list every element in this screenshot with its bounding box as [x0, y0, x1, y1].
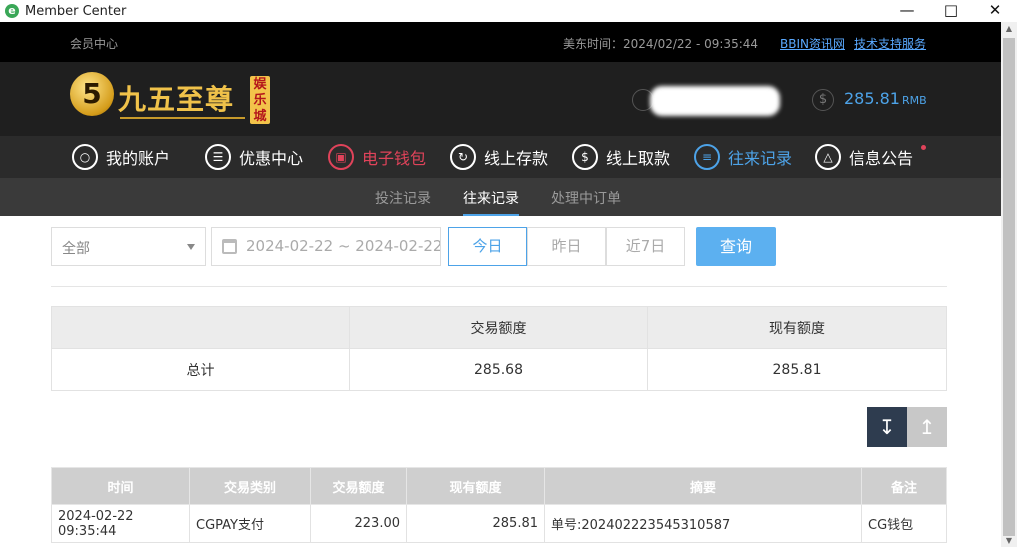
- balance-amount: 285.81: [844, 89, 900, 108]
- nav-my-account[interactable]: ○ 我的账户: [72, 142, 170, 172]
- summary-cell: 285.68: [349, 348, 648, 391]
- member-center-link[interactable]: 会员中心: [70, 35, 118, 52]
- window-title: Member Center: [25, 3, 127, 19]
- nav-announcements[interactable]: △ 信息公告: [815, 142, 913, 172]
- logo-badge: 娱乐城: [250, 76, 270, 124]
- ie-e-icon: e: [5, 4, 19, 18]
- scroll-down-icon[interactable]: ▼: [1004, 536, 1014, 545]
- cell-remark: CG钱包: [861, 504, 947, 543]
- tab-bet-records[interactable]: 投注记录: [375, 188, 431, 208]
- wallet-icon: ▣: [328, 144, 354, 170]
- balance-currency: RMB: [901, 94, 927, 107]
- tech-support-link[interactable]: 技术支持服务: [854, 35, 926, 52]
- maximize-icon[interactable]: □: [929, 0, 973, 22]
- logo-text[interactable]: 九五至尊: [118, 78, 234, 118]
- summary-header-cell: 现有额度: [647, 306, 947, 349]
- sort-ascending-icon[interactable]: ↥: [907, 407, 947, 447]
- column-header: 备注: [861, 467, 947, 505]
- summary-cell: 总计: [51, 348, 350, 391]
- brand-bar: 5 九五至尊 娱乐城 $ 285.81 RMB: [0, 62, 1001, 136]
- table-row: 2024-02-22 09:35:44 CGPAY支付 223.00 285.8…: [51, 504, 947, 543]
- vertical-scrollbar[interactable]: ▲ ▼: [1001, 22, 1017, 547]
- notification-dot: [921, 145, 926, 150]
- records-icon: ≡: [694, 144, 720, 170]
- bell-icon: △: [815, 144, 841, 170]
- quick-yesterday-button[interactable]: 昨日: [527, 227, 606, 266]
- nav-label: 电子钱包: [362, 149, 427, 168]
- summary-header-cell: 交易额度: [349, 306, 648, 349]
- nav-label: 线上存款: [484, 149, 549, 168]
- transaction-type-select[interactable]: 全部: [51, 227, 206, 266]
- cell-summary: 单号:202402223545310587: [544, 504, 862, 543]
- nav-online-deposit[interactable]: ↻ 线上存款: [450, 142, 548, 172]
- window-controls: — □ ✕: [885, 0, 1017, 22]
- column-header: 交易额度: [310, 467, 407, 505]
- nav-label: 我的账户: [106, 149, 171, 168]
- records-table: 时间 交易类别 交易额度 现有额度 摘要 备注 2024-02-22 09:35…: [51, 467, 947, 543]
- column-header: 摘要: [544, 467, 862, 505]
- logo-ornament: [120, 117, 245, 119]
- eastern-time-label: 美东时间：2024/02/22 - 09:35:44: [563, 37, 759, 51]
- bbin-news-link[interactable]: BBIN资讯网: [780, 35, 845, 52]
- scrollbar-thumb[interactable]: [1003, 38, 1015, 536]
- nav-label: 信息公告: [849, 149, 914, 168]
- nav-online-withdraw[interactable]: $ 线上取款: [572, 142, 670, 172]
- top-strip: 会员中心 美东时间：2024/02/22 - 09:35:44 BBIN资讯网 …: [0, 22, 1001, 62]
- chevron-down-icon: [187, 244, 195, 250]
- cell-time: 2024-02-22 09:35:44: [51, 504, 190, 543]
- nav-label: 往来记录: [728, 149, 793, 168]
- calendar-icon: [222, 239, 237, 254]
- select-value: 全部: [62, 241, 90, 257]
- sort-descending-icon[interactable]: ↧: [867, 407, 907, 447]
- quick-7days-button[interactable]: 近7日: [606, 227, 685, 266]
- user-icon: ○: [72, 144, 98, 170]
- window-titlebar: e Member Center — □ ✕: [0, 0, 1017, 22]
- cell-type: CGPAY支付: [189, 504, 311, 543]
- summary-table: 交易额度 现有额度 总计 285.68 285.81: [51, 306, 947, 391]
- cell-amount: 223.00: [310, 504, 407, 543]
- nav-transaction-records[interactable]: ≡ 往来记录: [694, 142, 792, 172]
- main-nav: ○ 我的账户 ☰ 优惠中心 ▣ 电子钱包 ↻ 线上存款 $ 线上取款 ≡ 往来记…: [0, 136, 1001, 178]
- summary-header-row: 交易额度 现有额度: [51, 306, 947, 349]
- tab-pending-orders[interactable]: 处理中订单: [551, 188, 621, 208]
- date-range-value: 2024-02-22 ~ 2024-02-22: [246, 237, 441, 255]
- tab-transaction-records[interactable]: 往来记录: [463, 188, 519, 216]
- withdraw-icon: $: [572, 144, 598, 170]
- nav-promotions[interactable]: ☰ 优惠中心: [205, 142, 303, 172]
- date-range-input[interactable]: 2024-02-22 ~ 2024-02-22: [211, 227, 441, 266]
- summary-cell: 285.81: [647, 348, 947, 391]
- records-header-row: 时间 交易类别 交易额度 现有额度 摘要 备注: [51, 467, 947, 505]
- column-header: 时间: [51, 467, 190, 505]
- minimize-icon[interactable]: —: [885, 0, 929, 22]
- column-header: 交易类别: [189, 467, 311, 505]
- summary-header-cell: [51, 306, 350, 349]
- column-header: 现有额度: [406, 467, 545, 505]
- sub-nav: 投注记录 往来记录 处理中订单: [0, 178, 1001, 216]
- logo-emblem[interactable]: 5: [70, 72, 114, 116]
- nav-label: 优惠中心: [239, 149, 304, 168]
- scroll-up-icon[interactable]: ▲: [1004, 24, 1014, 33]
- dollar-icon: $: [812, 89, 834, 111]
- nav-label: 线上取款: [606, 149, 671, 168]
- quick-today-button[interactable]: 今日: [448, 227, 527, 266]
- query-button[interactable]: 查询: [696, 227, 776, 266]
- gift-icon: ☰: [205, 144, 231, 170]
- summary-total-row: 总计 285.68 285.81: [51, 348, 947, 391]
- username-redacted: [650, 86, 780, 116]
- account-balance: 285.81 RMB: [844, 89, 927, 108]
- nav-e-wallet[interactable]: ▣ 电子钱包: [328, 142, 426, 172]
- divider: [51, 286, 947, 287]
- deposit-icon: ↻: [450, 144, 476, 170]
- cell-balance: 285.81: [406, 504, 545, 543]
- close-icon[interactable]: ✕: [973, 0, 1017, 22]
